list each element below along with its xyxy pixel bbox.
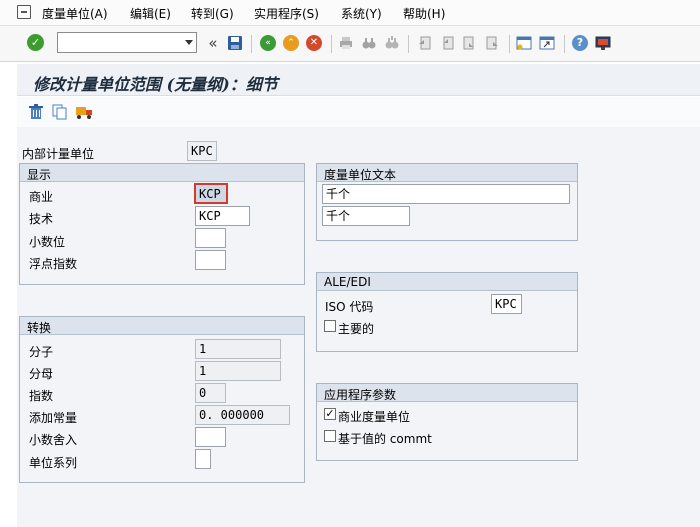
app-params-group-title: 应用程序参数 [324, 388, 397, 402]
decimals-label: 小数位 [29, 235, 66, 249]
denominator-field: 1 [195, 361, 281, 381]
enter-check-icon[interactable]: ✓ [27, 34, 44, 51]
numerator-label: 分子 [29, 345, 54, 359]
rounding-label: 小数舍入 [29, 433, 78, 447]
copy-icon[interactable] [52, 104, 68, 120]
commercial-label: 商业 [29, 190, 54, 204]
print-icon[interactable] [338, 35, 354, 51]
technical-field[interactable]: KCP [195, 206, 250, 226]
menu-utilities[interactable]: 实用程序(S) [254, 5, 319, 22]
conversion-group-header: 转换 [20, 317, 304, 335]
uom-short-text-field[interactable]: 千个 [322, 206, 410, 226]
title-bar: 修改计量单位范围 (无量纲)：细节 [17, 64, 700, 96]
commercial-uom-label: 商业度量单位 [338, 410, 411, 424]
menu-uom[interactable]: 度量单位(A) [42, 5, 108, 22]
display-group-header: 显示 [20, 164, 304, 182]
application-toolbar [17, 97, 700, 127]
commercial-uom-checkbox[interactable]: ✓ [324, 408, 336, 420]
iso-code-label: ISO 代码 [325, 300, 374, 314]
dropdown-arrow-icon[interactable] [185, 40, 193, 45]
numerator-field: 1 [195, 339, 281, 359]
system-menu-icon[interactable] [17, 5, 31, 19]
find-icon[interactable] [361, 35, 377, 51]
menu-help[interactable]: 帮助(H) [403, 5, 445, 22]
toolbar-separator [331, 35, 332, 53]
unit-system-label: 单位系列 [29, 456, 78, 470]
menu-edit[interactable]: 编辑(E) [130, 5, 171, 22]
save-icon[interactable] [227, 35, 243, 51]
conv-exponent-field: 0 [195, 383, 226, 403]
command-field[interactable] [57, 32, 197, 53]
value-based-label: 基于值的 commt [338, 432, 432, 446]
menu-system[interactable]: 系统(Y) [341, 5, 382, 22]
rounding-field[interactable] [195, 427, 226, 447]
toolbar-separator [509, 35, 510, 53]
toolbar-separator [564, 35, 565, 53]
denominator-label: 分母 [29, 367, 54, 381]
primary-checkbox[interactable] [324, 320, 336, 332]
help-icon[interactable]: ? [572, 35, 588, 51]
internal-uom-label: 内部计量单位 [22, 147, 95, 161]
unit-system-field[interactable] [195, 449, 211, 469]
shortcut-icon[interactable] [539, 35, 555, 51]
primary-label: 主要的 [338, 322, 375, 336]
exponent-field[interactable] [195, 250, 226, 270]
ale-edi-group-header: ALE/EDI [317, 273, 577, 291]
back-icon[interactable]: « [260, 35, 276, 51]
additive-constant-label: 添加常量 [29, 411, 78, 425]
customize-layout-icon[interactable] [595, 35, 611, 51]
uom-text-group-title: 度量单位文本 [324, 168, 397, 182]
find-next-icon[interactable] [384, 35, 400, 51]
technical-label: 技术 [29, 212, 54, 226]
previous-page-icon[interactable] [439, 35, 455, 51]
toolbar-separator [251, 35, 252, 53]
internal-uom-field: KPC [187, 141, 217, 161]
additive-constant-field: 0. 000000 [195, 405, 290, 425]
collapse-chevron-icon[interactable]: « [205, 35, 221, 51]
decimals-field[interactable] [195, 228, 226, 248]
delete-icon[interactable] [28, 104, 44, 120]
menu-goto[interactable]: 转到(G) [191, 5, 234, 22]
ale-edi-group-title: ALE/EDI [324, 275, 371, 289]
uom-long-text-field[interactable]: 千个 [322, 184, 570, 204]
iso-code-field[interactable]: KPC [491, 294, 522, 314]
exit-icon[interactable]: ⌃ [283, 35, 299, 51]
conversion-group-title: 转换 [27, 321, 52, 335]
display-group-title: 显示 [27, 168, 52, 182]
next-page-icon[interactable] [462, 35, 478, 51]
cancel-icon[interactable]: ✕ [306, 35, 322, 51]
last-page-icon[interactable] [485, 35, 501, 51]
toolbar-separator [408, 35, 409, 53]
new-session-icon[interactable] [516, 35, 532, 51]
transport-icon[interactable] [75, 104, 92, 120]
first-page-icon[interactable] [416, 35, 432, 51]
conv-exponent-label: 指数 [29, 389, 54, 403]
exponent-label: 浮点指数 [29, 257, 78, 271]
menu-bar: 度量单位(A) 编辑(E) 转到(G) 实用程序(S) 系统(Y) 帮助(H) [0, 0, 700, 26]
app-params-group-header: 应用程序参数 [317, 384, 577, 402]
page-title: 修改计量单位范围 (无量纲)：细节 [33, 75, 278, 94]
standard-toolbar: ✓ « « ⌃ ✕ ? [0, 26, 700, 62]
value-based-checkbox[interactable] [324, 430, 336, 442]
uom-text-group-header: 度量单位文本 [317, 164, 577, 182]
commercial-field[interactable]: KCP [194, 183, 228, 204]
